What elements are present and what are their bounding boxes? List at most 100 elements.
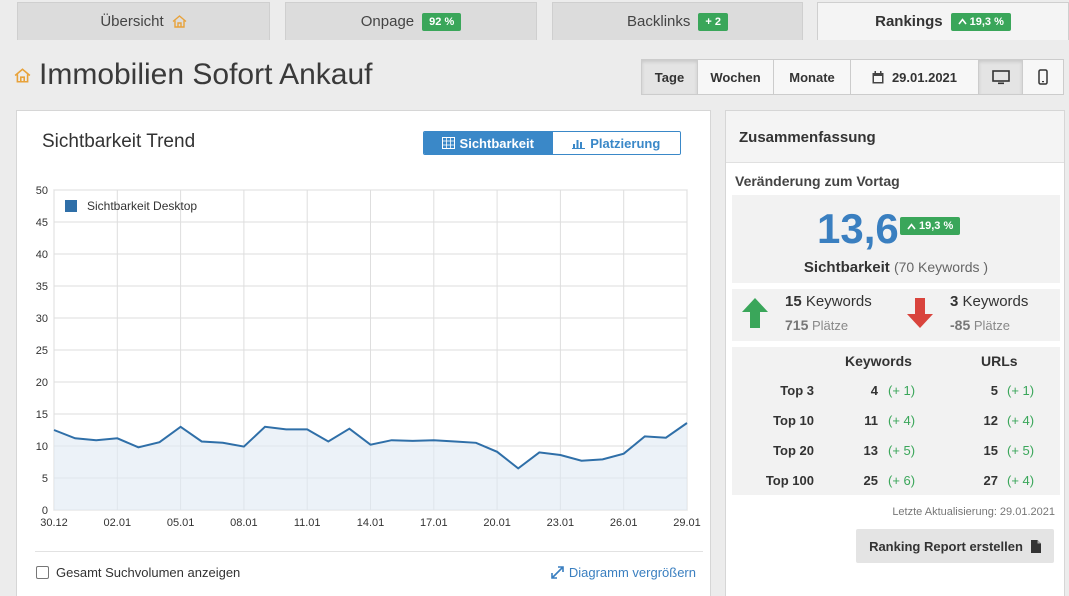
tab-rankings[interactable]: Rankings 19,3 % — [817, 2, 1069, 40]
keyword-count: 4 — [870, 383, 878, 398]
mobile-icon — [1038, 69, 1048, 85]
period-day-button[interactable]: Tage — [642, 60, 698, 94]
expand-icon — [551, 566, 564, 579]
keyword-delta: (+ 1) — [888, 383, 916, 398]
legend-label: Sichtbarkeit Desktop — [87, 199, 197, 213]
y-tick-label: 25 — [36, 345, 48, 357]
y-tick-label: 0 — [42, 505, 48, 517]
visibility-label: Sichtbarkeit — [803, 259, 890, 276]
last-update: Letzte Aktualisierung: 29.01.2021 — [892, 506, 1055, 518]
summary-subtitle: Veränderung zum Vortag — [735, 173, 900, 189]
tab-label: Backlinks — [627, 13, 691, 30]
calendar-icon — [872, 70, 884, 83]
url-delta: (+ 4) — [1007, 473, 1035, 488]
x-tick-label: 29.01 — [673, 517, 701, 529]
search-volume-checkbox[interactable] — [36, 566, 49, 579]
down-count: 3 — [950, 293, 959, 310]
url-count: 5 — [990, 383, 998, 398]
visibility-chart: 0 5 10 15 20 25 30 35 40 45 50 30.12 02.01 05.01 08.01… — [36, 185, 701, 529]
y-tick-label: 40 — [36, 249, 48, 261]
visibility-change-badge: 19,3 % — [900, 217, 961, 235]
up-places: 715 — [785, 317, 809, 333]
tab-bar: Übersicht Onpage 92 % Backlinks + 2 Rank… — [0, 0, 1069, 40]
desktop-toggle[interactable] — [979, 60, 1023, 94]
up-count: 15 — [785, 293, 802, 310]
y-tick-label: 20 — [36, 377, 48, 389]
checkbox-label: Gesamt Suchvolumen anzeigen — [56, 565, 241, 580]
table-row: Top 100 25 (+ 6) 27 (+ 4) — [732, 473, 1060, 495]
ranking-report-button[interactable]: Ranking Report erstellen — [856, 529, 1054, 563]
tab-onpage[interactable]: Onpage 92 % — [285, 2, 537, 40]
tab-overview[interactable]: Übersicht — [17, 2, 270, 40]
url-delta: (+ 5) — [1007, 443, 1035, 458]
period-month-button[interactable]: Monate — [774, 60, 851, 94]
column-header-keywords: Keywords — [845, 353, 912, 369]
keyword-count: 13 — [863, 443, 878, 458]
row-label: Top 20 — [773, 443, 814, 458]
up-label: Keywords — [805, 293, 872, 310]
url-count: 27 — [983, 473, 998, 488]
table-row: Top 3 4 (+ 1) 5 (+ 1) — [732, 383, 1060, 405]
x-tick-label: 11.01 — [294, 517, 321, 529]
keywords-total: (70 Keywords ) — [893, 259, 989, 275]
table-row: Top 10 11 (+ 4) 12 (+ 4) — [732, 413, 1060, 435]
divider — [35, 551, 703, 552]
x-tick-label: 20.01 — [483, 517, 511, 529]
down-places: -85 — [950, 317, 971, 333]
date-label: 29.01.2021 — [891, 69, 958, 85]
house-icon — [14, 67, 31, 83]
summary-title: Zusammenfassung — [726, 111, 1064, 163]
enlarge-chart-link[interactable]: Diagramm vergrößern — [551, 565, 696, 580]
search-volume-option[interactable]: Gesamt Suchvolumen anzeigen — [36, 565, 240, 580]
caret-up-icon — [957, 18, 967, 25]
period-week-button[interactable]: Wochen — [698, 60, 774, 94]
date-picker-button[interactable]: 29.01.2021 — [851, 60, 979, 94]
visibility-summary-box: 13,6 19,3 % Sichtbarkeit (70 Keywords ) — [732, 195, 1060, 283]
tab-backlinks[interactable]: Backlinks + 2 — [552, 2, 803, 40]
keywords-up: 15 Keywords 715 Plätze — [785, 293, 872, 333]
down-places-label: Plätze — [973, 318, 1010, 333]
mobile-toggle[interactable] — [1023, 60, 1063, 94]
ranking-table: Keywords URLs Top 3 4 (+ 1) 5 (+ 1) Top … — [732, 347, 1060, 495]
summary-panel: Zusammenfassung Veränderung zum Vortag 1… — [725, 110, 1065, 596]
x-tick-label: 05.01 — [167, 517, 195, 529]
row-label: Top 3 — [780, 383, 814, 398]
tab-label: Onpage — [360, 13, 415, 30]
badge-value: 19,3 % — [919, 220, 954, 232]
tab-label: Übersicht — [100, 13, 164, 30]
row-label: Top 10 — [773, 413, 814, 428]
page-header: Immobilien Sofort Ankauf — [14, 58, 373, 92]
period-selector: Tage Wochen Monate 29.01.2021 — [641, 59, 1064, 95]
x-tick-label: 08.01 — [230, 517, 258, 529]
y-tick-label: 35 — [36, 281, 48, 293]
x-tick-label: 30.12 — [40, 517, 68, 529]
keyword-count: 11 — [864, 413, 878, 428]
table-row: Top 20 13 (+ 5) 15 (+ 5) — [732, 443, 1060, 465]
url-count: 12 — [983, 413, 998, 428]
y-tick-label: 30 — [36, 313, 48, 325]
report-label: Ranking Report erstellen — [869, 538, 1023, 554]
visibility-value: 13,6 — [817, 205, 899, 252]
url-delta: (+ 4) — [1007, 413, 1035, 428]
page-title: Immobilien Sofort Ankauf — [39, 58, 373, 91]
column-header-urls: URLs — [981, 353, 1018, 369]
enlarge-label: Diagramm vergrößern — [568, 565, 696, 580]
chart-panel: Sichtbarkeit Trend Sichtbarkeit Platzier… — [16, 110, 711, 596]
row-label: Top 100 — [765, 473, 814, 488]
up-places-label: Plätze — [811, 318, 849, 333]
keyword-delta: (+ 6) — [888, 473, 916, 488]
url-delta: (+ 1) — [1007, 383, 1035, 398]
visibility-caption: Sichtbarkeit (70 Keywords ) — [732, 259, 1060, 276]
arrow-down-icon — [907, 298, 933, 328]
onpage-badge: 92 % — [422, 12, 462, 31]
keyword-delta: (+ 5) — [888, 443, 916, 458]
x-tick-label: 23.01 — [547, 517, 575, 529]
arrow-up-icon — [742, 298, 768, 328]
backlinks-badge: + 2 — [698, 12, 728, 31]
x-tick-label: 02.01 — [104, 517, 132, 529]
legend-swatch — [65, 200, 77, 212]
badge-value: 19,3 % — [969, 15, 1004, 28]
rankings-badge: 19,3 % — [950, 12, 1011, 31]
file-icon — [1030, 539, 1041, 553]
desktop-icon — [991, 69, 1010, 84]
